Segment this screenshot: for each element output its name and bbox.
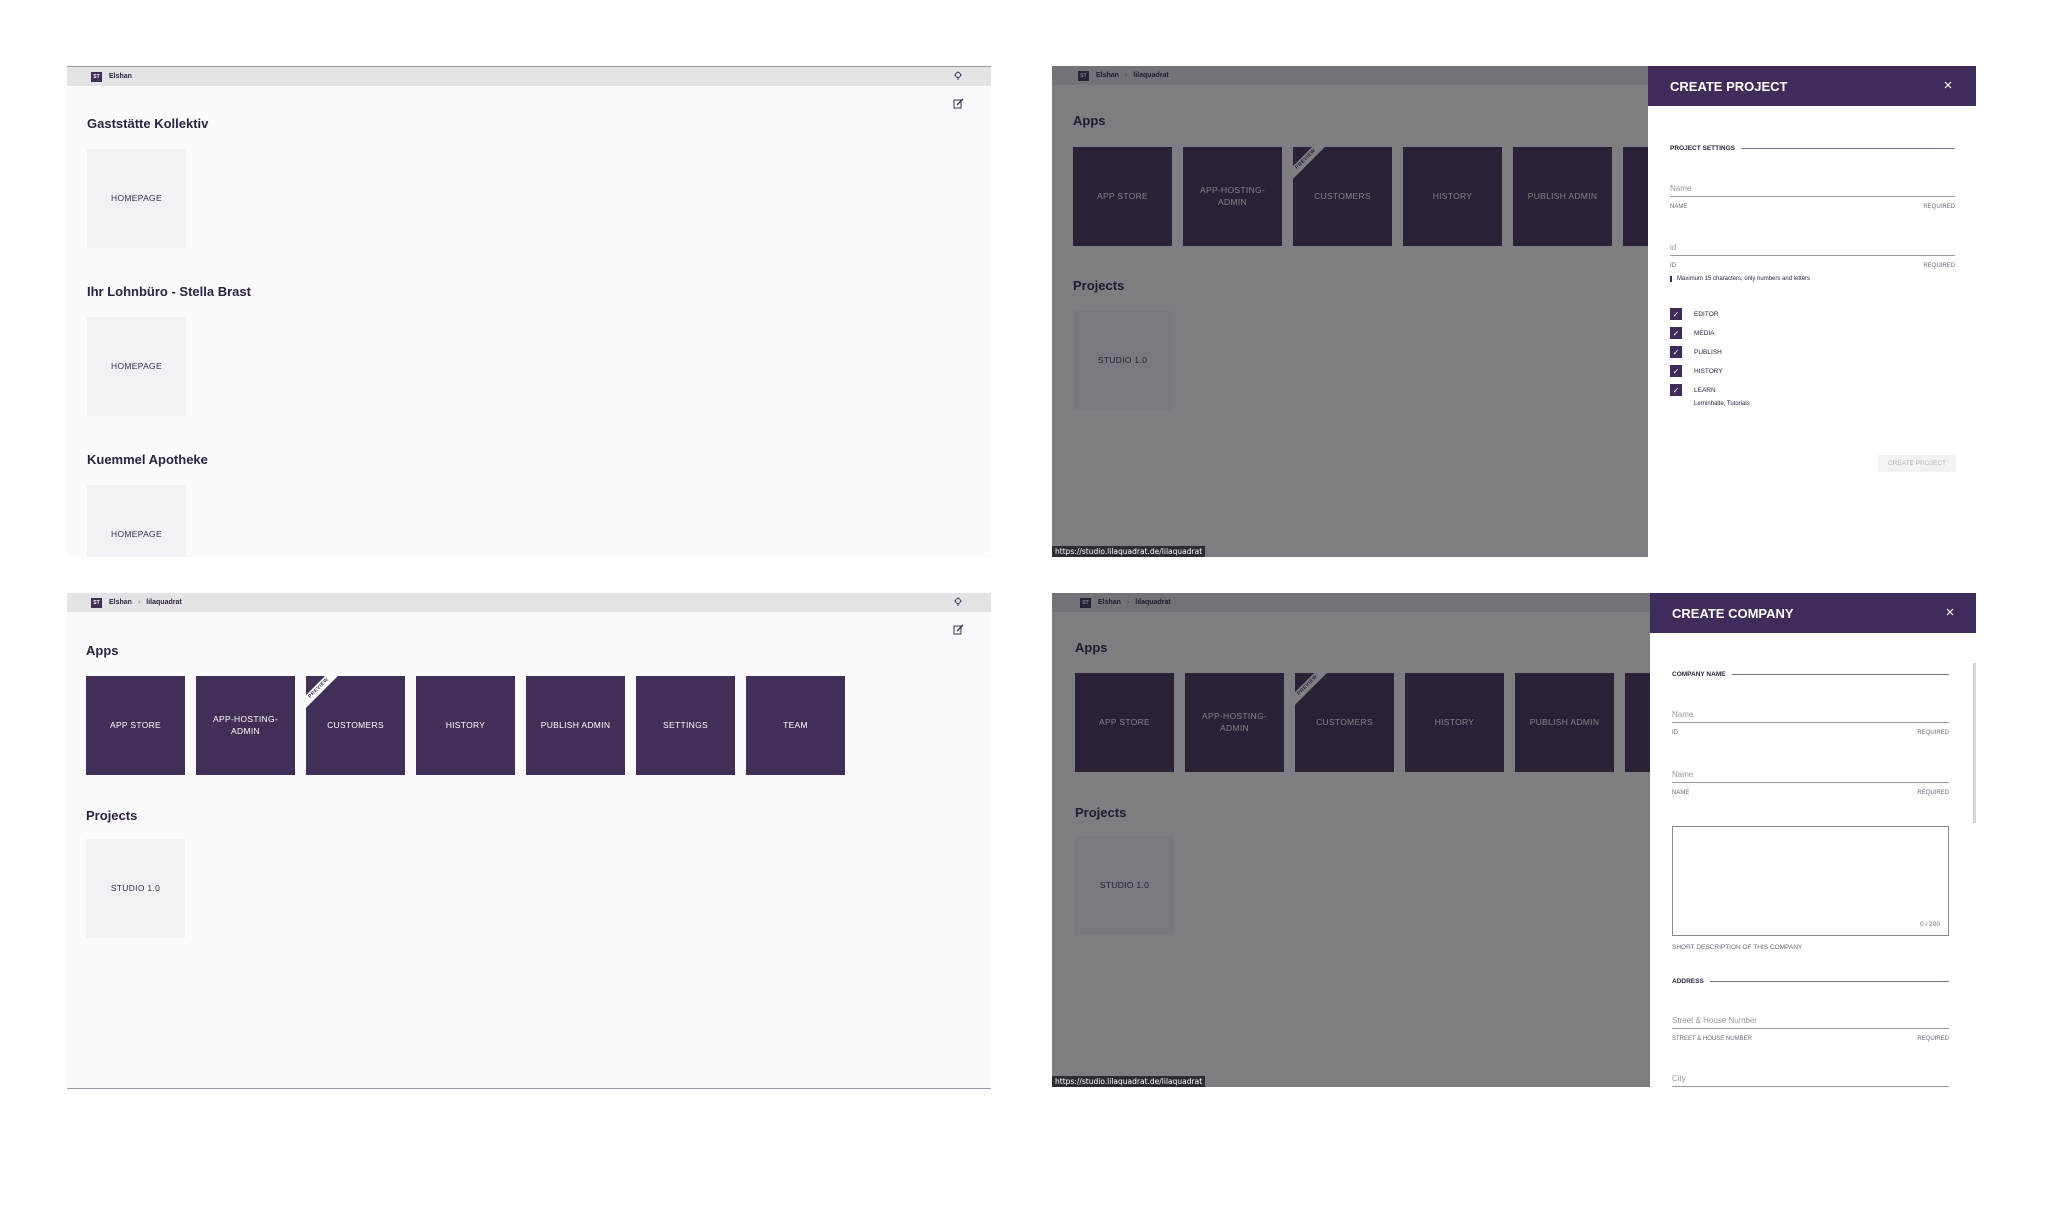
project-tile[interactable]: STUDIO 1.0: [86, 839, 185, 938]
city-input[interactable]: City: [1672, 1074, 1949, 1087]
close-icon[interactable]: [1944, 606, 1956, 618]
top-bar: ST Elshan › lilaquadrat: [67, 593, 991, 612]
app-tile-customers[interactable]: PREVIEW CUSTOMERS: [306, 676, 405, 775]
company-title: Kuemmel Apotheke: [87, 452, 208, 467]
checkbox-label: PUBLISH: [1694, 348, 1722, 356]
homepage-tile[interactable]: HOMEPAGE: [87, 485, 186, 557]
breadcrumb-separator: ›: [137, 599, 141, 606]
breadcrumb-company[interactable]: lilaquadrat: [146, 599, 181, 606]
street-input[interactable]: Street & House Number: [1672, 1016, 1949, 1029]
checkbox-history[interactable]: ✓ HISTORY: [1670, 365, 1723, 377]
app-logo[interactable]: ST: [91, 71, 102, 82]
name-input[interactable]: Name: [1672, 770, 1949, 783]
create-project-screen: ST Elshan › lilaquadrat Apps APP STORE A…: [1052, 66, 1976, 557]
breadcrumb-user[interactable]: Elshan: [109, 599, 132, 606]
check-icon[interactable]: ✓: [1670, 308, 1682, 320]
create-company-screen: ST Elshan › lilaquadrat Apps APP STORE A…: [1052, 593, 1976, 1087]
check-icon[interactable]: ✓: [1670, 346, 1682, 358]
close-icon[interactable]: [1942, 79, 1954, 91]
checkbox-learn[interactable]: ✓ LEARN: [1670, 384, 1716, 396]
projects-heading: Projects: [86, 808, 138, 823]
bulb-icon[interactable]: [953, 597, 963, 607]
company-list-screen: ST Elshan Gaststätte Kollektiv HOMEPAGE …: [67, 66, 991, 557]
drawer-title: CREATE PROJECT: [1670, 78, 1788, 94]
checkbox-editor[interactable]: ✓ EDITOR: [1670, 308, 1718, 320]
city-field[interactable]: City: [1672, 1074, 1949, 1087]
drawer-title: CREATE COMPANY: [1672, 605, 1794, 621]
description-textarea[interactable]: 0 / 200: [1672, 826, 1949, 936]
check-icon[interactable]: ✓: [1670, 327, 1682, 339]
id-field[interactable]: id ID REQUIRED: [1670, 243, 1955, 269]
app-logo[interactable]: ST: [91, 597, 102, 608]
scrollbar[interactable]: [1973, 663, 1976, 823]
company-title: Gaststätte Kollektiv: [87, 116, 209, 131]
checkbox-media[interactable]: ✓ MEDIA: [1670, 327, 1715, 339]
learn-description: Lerninhalte, Tutorials: [1694, 401, 1750, 407]
section-title: COMPANY NAME: [1672, 671, 1949, 678]
check-icon[interactable]: ✓: [1670, 384, 1682, 396]
required-label: REQUIRED: [1923, 263, 1955, 269]
apps-heading: Apps: [86, 643, 119, 658]
field-label: NAME: [1672, 790, 1690, 796]
drawer-header: CREATE PROJECT: [1648, 66, 1976, 106]
section-label: PROJECT SETTINGS: [1670, 145, 1736, 152]
create-company-drawer: CREATE COMPANY COMPANY NAME Name ID REQUI…: [1650, 593, 1976, 1087]
check-icon[interactable]: ✓: [1670, 365, 1682, 377]
app-tile-app-store[interactable]: APP STORE: [86, 676, 185, 775]
required-label: REQUIRED: [1923, 204, 1955, 210]
status-url: https://studio.lilaquadrat.de/lilaquadra…: [1052, 546, 1206, 557]
required-label: REQUIRED: [1917, 730, 1949, 736]
edit-icon[interactable]: [953, 624, 964, 635]
name-input[interactable]: Name: [1670, 184, 1955, 197]
app-tile-history[interactable]: HISTORY: [416, 676, 515, 775]
app-tile-app-hosting-admin[interactable]: APP-HOSTING-ADMIN: [196, 676, 295, 775]
required-label: REQUIRED: [1917, 1036, 1949, 1042]
drawer-header: CREATE COMPANY: [1650, 593, 1976, 633]
app-tile-team[interactable]: TEAM: [746, 676, 845, 775]
app-tile-label: CUSTOMERS: [327, 719, 384, 730]
checkbox-publish[interactable]: ✓ PUBLISH: [1670, 346, 1722, 358]
char-counter: 0 / 200: [1920, 921, 1940, 928]
required-label: REQUIRED: [1917, 790, 1949, 796]
modal-overlay[interactable]: [1052, 66, 1648, 557]
section-title: ADDRESS: [1672, 978, 1949, 985]
id-input[interactable]: Name: [1672, 710, 1949, 723]
checkbox-label: HISTORY: [1694, 367, 1723, 375]
street-field[interactable]: Street & House Number STREET & HOUSE NUM…: [1672, 1016, 1949, 1042]
homepage-tile[interactable]: HOMEPAGE: [87, 149, 186, 248]
field-label: STREET & HOUSE NUMBER: [1672, 1036, 1752, 1042]
section-title: PROJECT SETTINGS: [1670, 145, 1955, 152]
divider: [1741, 148, 1955, 149]
app-tile-publish-admin[interactable]: PUBLISH ADMIN: [526, 676, 625, 775]
id-field[interactable]: Name ID REQUIRED: [1672, 710, 1949, 736]
name-field[interactable]: Name NAME REQUIRED: [1672, 770, 1949, 796]
id-hint: Maximum 15 characters, only numbers and …: [1670, 276, 1810, 282]
checkbox-label: EDITOR: [1694, 310, 1719, 318]
edit-icon[interactable]: [953, 98, 964, 109]
divider: [1709, 981, 1949, 982]
company-title: Ihr Lohnbüro - Stella Brast: [87, 284, 251, 299]
create-project-button[interactable]: CREATE PROJECT: [1878, 455, 1956, 472]
bulb-icon[interactable]: [953, 71, 963, 81]
section-label: COMPANY NAME: [1672, 671, 1726, 678]
modal-overlay[interactable]: [1052, 593, 1650, 1087]
field-label: ID: [1672, 730, 1678, 736]
name-field[interactable]: Name NAME REQUIRED: [1670, 184, 1955, 210]
field-label: NAME: [1670, 204, 1688, 210]
id-input[interactable]: id: [1670, 243, 1955, 256]
description-label: SHORT DESCRIPTION OF THIS COMPANY: [1672, 944, 1803, 951]
create-project-drawer: CREATE PROJECT PROJECT SETTINGS Name NAM…: [1648, 66, 1976, 557]
checkbox-label: LEARN: [1694, 386, 1716, 394]
breadcrumb-user[interactable]: Elshan: [109, 73, 132, 80]
section-label: ADDRESS: [1672, 978, 1704, 985]
field-label: ID: [1670, 263, 1676, 269]
preview-ribbon: PREVIEW: [306, 676, 345, 714]
company-dashboard-screen: ST Elshan › lilaquadrat Apps APP STORE A…: [67, 593, 991, 1089]
status-url: https://studio.lilaquadrat.de/lilaquadra…: [1052, 1076, 1206, 1087]
top-bar: ST Elshan: [67, 67, 991, 86]
app-tile-settings[interactable]: SETTINGS: [636, 676, 735, 775]
divider: [1731, 674, 1949, 675]
homepage-tile[interactable]: HOMEPAGE: [87, 317, 186, 416]
checkbox-label: MEDIA: [1694, 329, 1715, 337]
